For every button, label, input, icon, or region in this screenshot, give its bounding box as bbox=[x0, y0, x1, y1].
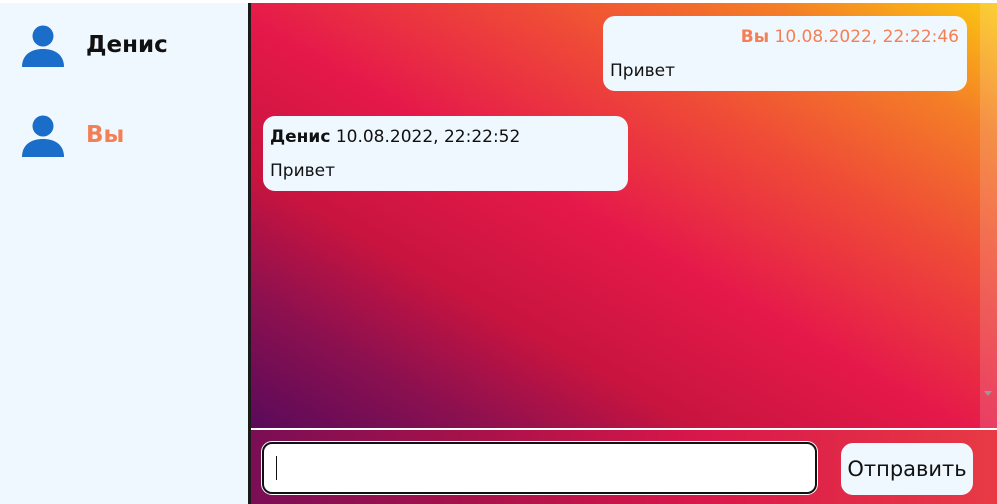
scroll-down-arrow-icon[interactable] bbox=[984, 391, 992, 396]
message-text: Привет bbox=[270, 161, 336, 181]
message-meta: Вы 10.08.2022, 22:22:46 bbox=[741, 26, 959, 48]
sidebar-user-name: Вы bbox=[86, 122, 125, 148]
sidebar-user-name: Денис bbox=[86, 32, 168, 58]
message-timestamp: 10.08.2022, 22:22:52 bbox=[335, 127, 521, 147]
message-bubble-own: Вы 10.08.2022, 22:22:46 Привет bbox=[603, 16, 967, 91]
message-author: Денис bbox=[270, 127, 331, 147]
composer-bar: Отправить bbox=[251, 428, 997, 504]
user-sidebar: Денис Вы bbox=[0, 3, 248, 504]
person-icon bbox=[22, 25, 64, 67]
person-icon bbox=[22, 115, 64, 157]
sidebar-user-denis[interactable]: Денис bbox=[0, 15, 248, 75]
message-input[interactable] bbox=[262, 442, 817, 494]
send-button[interactable]: Отправить bbox=[841, 443, 973, 495]
message-text: Привет bbox=[610, 61, 676, 81]
message-meta: Денис 10.08.2022, 22:22:52 bbox=[270, 126, 520, 148]
message-list[interactable]: Вы 10.08.2022, 22:22:46 Привет Денис 10.… bbox=[251, 3, 997, 428]
message-author: Вы bbox=[740, 27, 770, 47]
message-scrollbar[interactable] bbox=[980, 3, 997, 428]
text-caret bbox=[276, 456, 277, 480]
message-timestamp: 10.08.2022, 22:22:46 bbox=[774, 27, 960, 47]
message-bubble-incoming: Денис 10.08.2022, 22:22:52 Привет bbox=[263, 116, 628, 191]
sidebar-user-you[interactable]: Вы bbox=[0, 105, 248, 165]
